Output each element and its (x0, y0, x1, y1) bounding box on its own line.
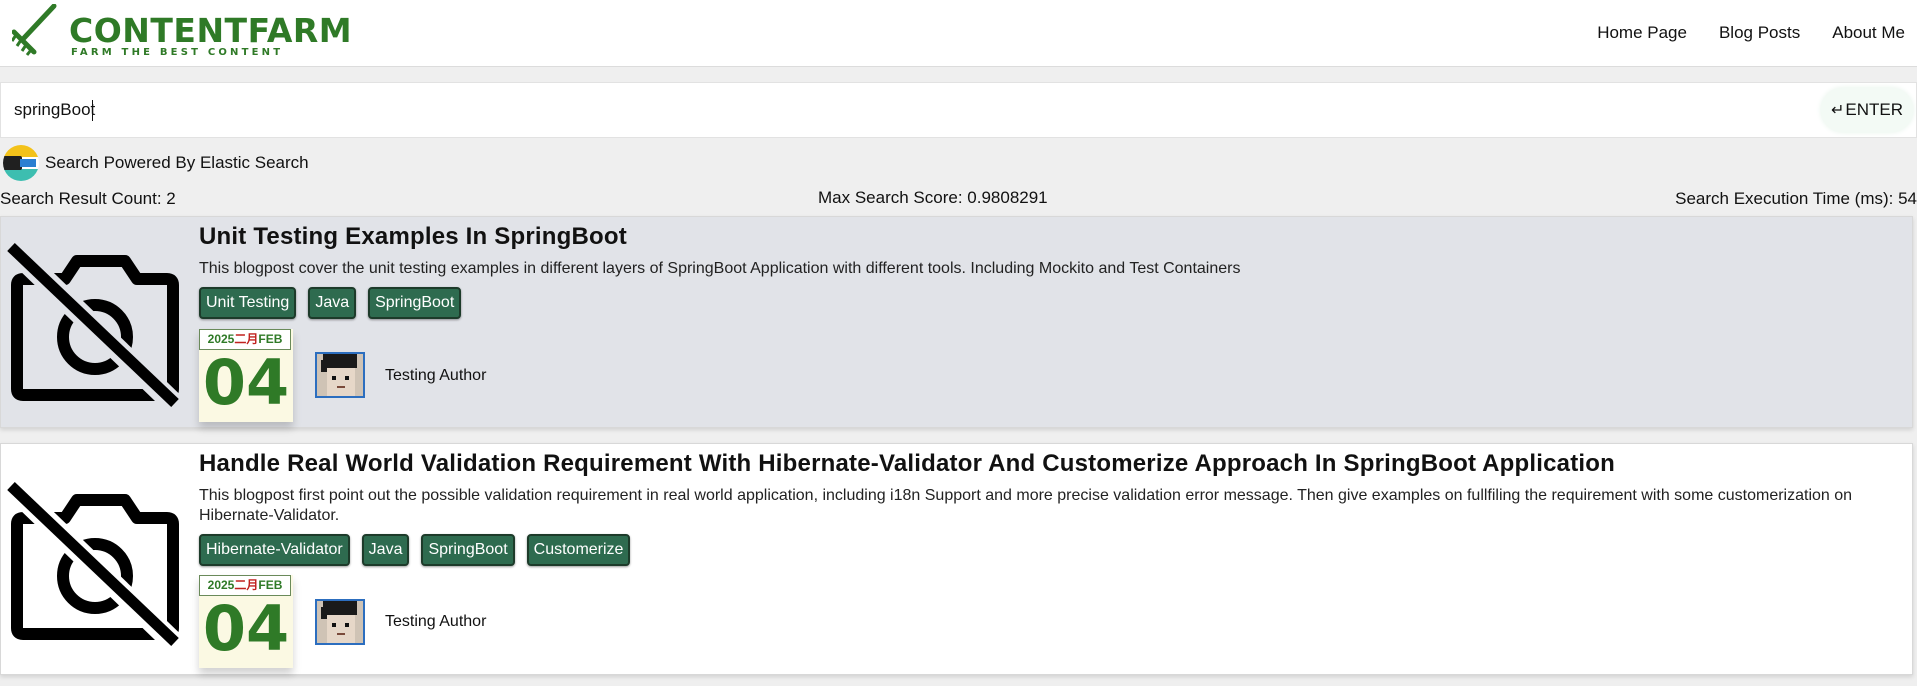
author-name[interactable]: Testing Author (385, 367, 486, 385)
date-month-cn: 二月 (234, 578, 259, 592)
enter-icon: ↵ (1830, 102, 1845, 119)
author-avatar (315, 352, 365, 398)
no-image-camera-icon (5, 478, 183, 648)
main-nav: Home Page Blog Posts About Me (1565, 0, 1905, 66)
nav-about-me-link[interactable]: About Me (1832, 23, 1905, 43)
nav-blog-posts-link[interactable]: Blog Posts (1719, 23, 1800, 43)
text-caret (92, 100, 93, 121)
powered-by-text: Search Powered By Elastic Search (45, 153, 309, 172)
search-input[interactable] (14, 83, 1794, 137)
search-stats: Search Result Count: 2 Max Search Score:… (0, 188, 1917, 210)
date-day: 04 (202, 592, 290, 665)
result-description: This blogpost first point out the possib… (199, 487, 1853, 524)
date-year: 2025 (207, 332, 235, 346)
tag-chip[interactable]: Customerize (526, 534, 631, 566)
search-bar: ↵ ENTER (0, 82, 1917, 138)
elastic-search-icon (3, 145, 39, 181)
tag-chip[interactable]: Unit Testing (199, 287, 297, 319)
publish-date: 2025二月FEB 04 (199, 575, 293, 668)
brand-name: CONTENTFARM (69, 11, 353, 50)
result-title[interactable]: Handle Real World Validation Requirement… (199, 450, 1615, 478)
brand-logo[interactable]: CONTENTFARM FARM THE BEST CONTENT (12, 4, 352, 60)
date-month-en: FEB (258, 332, 283, 346)
tag-chip[interactable]: Java (308, 287, 357, 319)
date-month-cn: 二月 (234, 332, 259, 346)
search-result-card[interactable]: Unit Testing Examples In SpringBoot This… (0, 216, 1913, 428)
result-title[interactable]: Unit Testing Examples In SpringBoot (199, 223, 627, 251)
date-month-en: FEB (258, 578, 283, 592)
no-image-camera-icon (5, 239, 183, 409)
tag-chip[interactable]: Java (361, 534, 410, 566)
execution-time: Search Execution Time (ms): 54 (1675, 189, 1917, 208)
tag-chip[interactable]: Hibernate-Validator (199, 534, 350, 566)
max-search-score: Max Search Score: 0.9808291 (818, 188, 1048, 207)
search-provider: Search Powered By Elastic Search (2, 145, 309, 181)
nav-home-link[interactable]: Home Page (1597, 23, 1687, 43)
tag-list: Unit Testing Java SpringBoot (199, 287, 473, 319)
tag-chip[interactable]: SpringBoot (421, 534, 515, 566)
enter-button[interactable]: ↵ ENTER (1820, 88, 1913, 132)
author-name[interactable]: Testing Author (385, 613, 486, 631)
tag-chip[interactable]: SpringBoot (368, 287, 462, 319)
search-result-card[interactable]: Handle Real World Validation Requirement… (0, 443, 1913, 675)
publish-date: 2025二月FEB 04 (199, 329, 293, 422)
header: CONTENTFARM FARM THE BEST CONTENT Home P… (0, 0, 1917, 67)
rake-icon (12, 4, 57, 56)
author-avatar (315, 599, 365, 645)
brand-slogan: FARM THE BEST CONTENT (71, 47, 284, 58)
date-day: 04 (202, 346, 290, 419)
tag-list: Hibernate-Validator Java SpringBoot Cust… (199, 534, 642, 566)
date-year: 2025 (207, 578, 235, 592)
result-description: This blogpost cover the unit testing exa… (199, 260, 1241, 277)
enter-button-label: ENTER (1845, 100, 1903, 119)
result-count: Search Result Count: 2 (0, 189, 176, 208)
